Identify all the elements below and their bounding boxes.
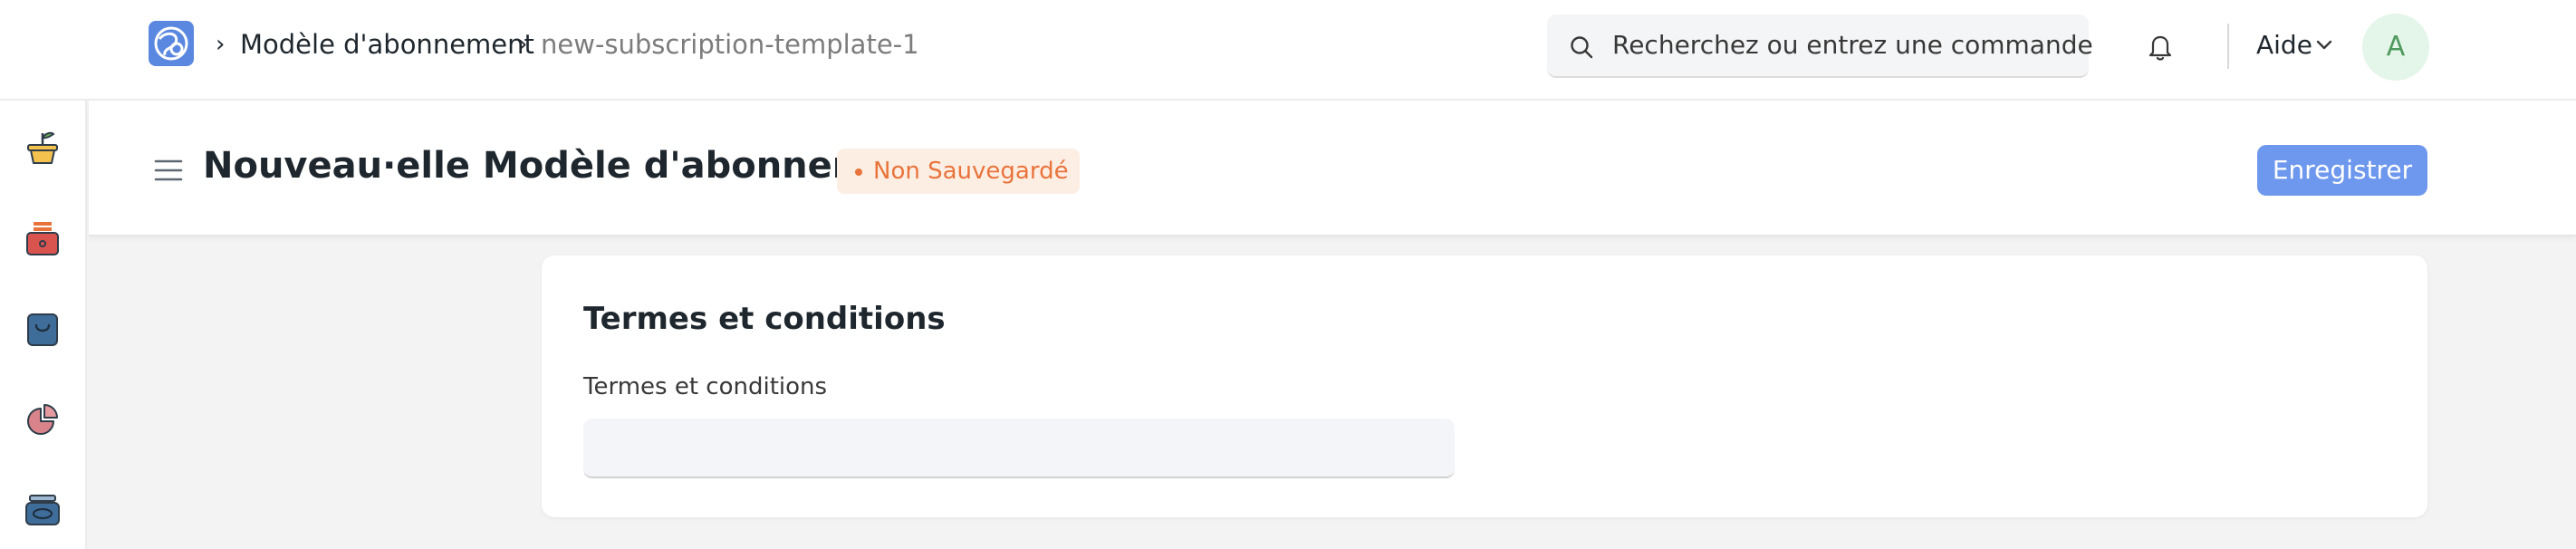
breadcrumb-item-doctype[interactable]: Modèle d'abonnement: [240, 29, 534, 60]
breadcrumb-chevron-icon: ›: [518, 31, 528, 58]
user-avatar[interactable]: A: [2362, 14, 2429, 81]
top-navbar: › Modèle d'abonnement › new-subscription…: [0, 0, 2576, 101]
search-icon: [1571, 36, 1593, 59]
cash-register-icon[interactable]: [23, 218, 62, 258]
notification-bell-icon[interactable]: [2147, 33, 2174, 62]
app-sidebar: [0, 101, 87, 549]
status-badge: Non Sauvegardé: [837, 149, 1080, 194]
status-dot-icon: [855, 169, 862, 176]
app-logo[interactable]: [149, 21, 194, 66]
page-header: Nouveau·elle Modèle d'abonnement Non Sau…: [89, 101, 2576, 236]
save-button[interactable]: Enregistrer: [2257, 145, 2427, 196]
navbar-divider: [2227, 24, 2229, 69]
chevron-down-icon[interactable]: [2316, 40, 2332, 51]
hamburger-menu-icon[interactable]: [154, 159, 183, 182]
search-bar[interactable]: Recherchez ou entrez une commande: [1547, 14, 2093, 78]
terms-and-conditions-input[interactable]: [583, 419, 1455, 478]
breadcrumb-chevron-icon: ›: [216, 31, 226, 58]
search-placeholder: Recherchez ou entrez une commande: [1612, 30, 2093, 60]
page-title: Nouveau·elle Modèle d'abonnement: [203, 145, 938, 187]
section-title: Termes et conditions: [583, 301, 946, 337]
breadcrumb-item-document[interactable]: new-subscription-template-1: [541, 29, 919, 60]
pie-chart-icon[interactable]: [23, 400, 62, 439]
status-badge-label: Non Sauvegardé: [873, 158, 1069, 185]
terms-field-label: Termes et conditions: [583, 373, 828, 400]
logo-mark-icon: [154, 26, 188, 61]
shopping-bag-icon[interactable]: [23, 309, 62, 349]
help-menu-button[interactable]: Aide: [2256, 30, 2312, 61]
plant-pot-icon[interactable]: [23, 128, 62, 168]
tray-icon[interactable]: [23, 490, 62, 530]
form-section-card: Termes et conditions Termes et condition…: [542, 255, 2427, 517]
